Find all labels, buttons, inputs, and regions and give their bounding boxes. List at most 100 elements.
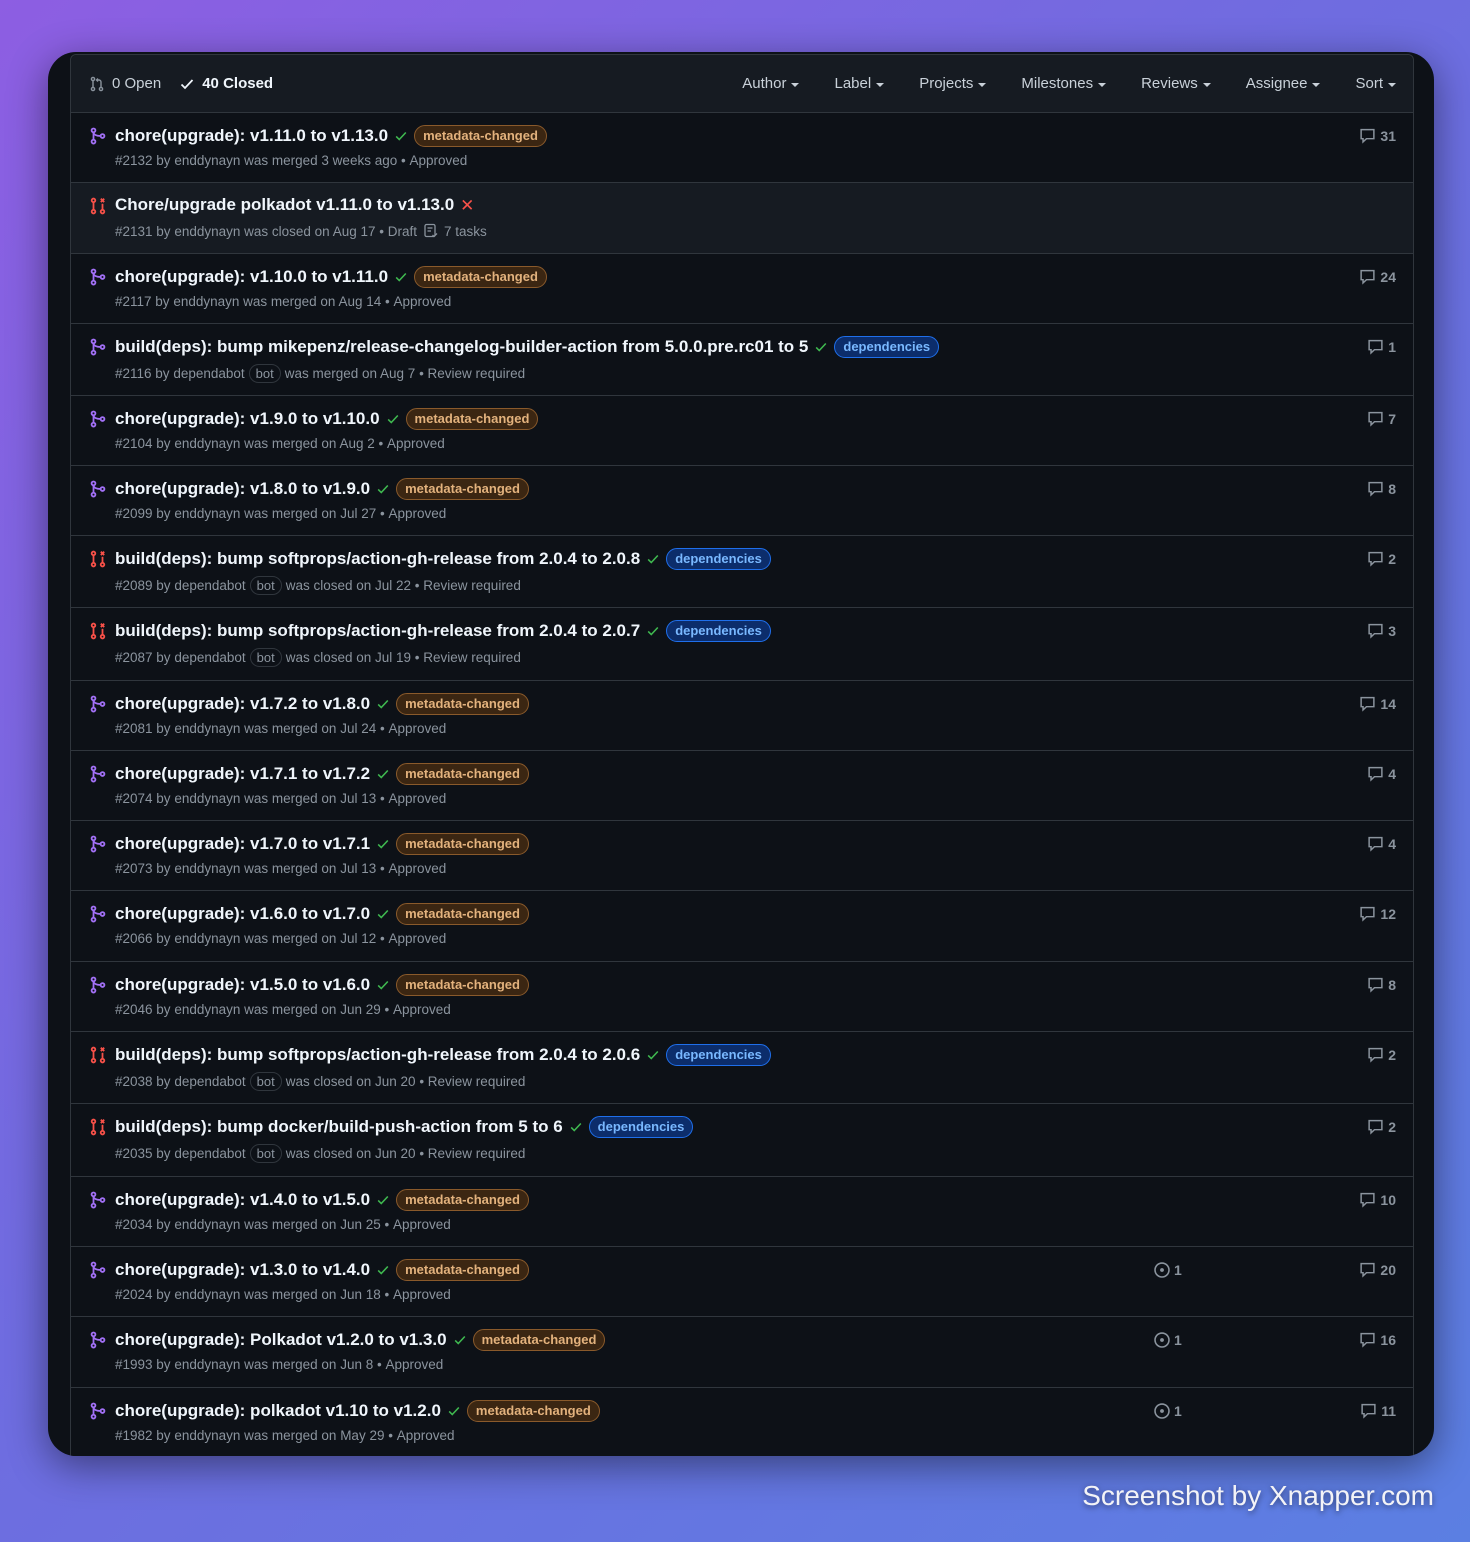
- pr-title-link[interactable]: chore(upgrade): v1.4.0 to v1.5.0: [115, 1190, 370, 1210]
- comment-count[interactable]: 16: [1359, 1331, 1396, 1348]
- pr-title-link[interactable]: chore(upgrade): polkadot v1.10 to v1.2.0: [115, 1401, 441, 1421]
- pr-title-link[interactable]: Chore/upgrade polkadot v1.11.0 to v1.13.…: [115, 195, 454, 215]
- pr-author-link[interactable]: enddynayn: [174, 436, 240, 451]
- comment-count[interactable]: 8: [1367, 480, 1396, 497]
- pr-label[interactable]: dependencies: [588, 1116, 694, 1138]
- checks-passed-icon[interactable]: [386, 412, 400, 426]
- checks-passed-icon[interactable]: [376, 697, 390, 711]
- pr-title-link[interactable]: build(deps): bump mikepenz/release-chang…: [115, 337, 808, 357]
- comment-count[interactable]: 2: [1367, 550, 1396, 567]
- pr-title-link[interactable]: build(deps): bump docker/build-push-acti…: [115, 1117, 563, 1137]
- checks-passed-icon[interactable]: [646, 1048, 660, 1062]
- checks-passed-icon[interactable]: [376, 1193, 390, 1207]
- review-status[interactable]: Approved: [388, 721, 446, 736]
- comment-count[interactable]: 10: [1359, 1191, 1396, 1208]
- review-status[interactable]: Approved: [393, 1287, 451, 1302]
- pr-title-link[interactable]: chore(upgrade): Polkadot v1.2.0 to v1.3.…: [115, 1330, 447, 1350]
- pr-label[interactable]: metadata-changed: [396, 1189, 529, 1211]
- review-status[interactable]: Approved: [393, 1217, 451, 1232]
- pr-author-link[interactable]: enddynayn: [174, 153, 240, 168]
- comment-count[interactable]: 24: [1359, 268, 1396, 285]
- checks-passed-icon[interactable]: [376, 482, 390, 496]
- review-status[interactable]: Review required: [428, 1074, 526, 1089]
- review-status[interactable]: Draft: [388, 224, 417, 239]
- pr-label[interactable]: metadata-changed: [396, 1259, 529, 1281]
- pr-row[interactable]: Chore/upgrade polkadot v1.11.0 to v1.13.…: [71, 183, 1413, 254]
- pr-author-link[interactable]: enddynayn: [174, 1357, 240, 1372]
- comment-count[interactable]: 4: [1367, 765, 1396, 782]
- pr-label[interactable]: metadata-changed: [472, 1329, 606, 1351]
- pr-label[interactable]: dependencies: [834, 336, 940, 358]
- review-status[interactable]: Approved: [393, 294, 451, 309]
- pr-row[interactable]: chore(upgrade): v1.7.0 to v1.7.1 metadata…: [71, 821, 1413, 891]
- pr-title-link[interactable]: chore(upgrade): v1.5.0 to v1.6.0: [115, 975, 370, 995]
- pr-title-link[interactable]: chore(upgrade): v1.6.0 to v1.7.0: [115, 904, 370, 924]
- comment-count[interactable]: 8: [1367, 976, 1396, 993]
- comment-count[interactable]: 3: [1367, 622, 1396, 639]
- comment-count[interactable]: 31: [1359, 127, 1396, 144]
- pr-title-link[interactable]: chore(upgrade): v1.7.2 to v1.8.0: [115, 694, 370, 714]
- pr-title-link[interactable]: chore(upgrade): v1.10.0 to v1.11.0: [115, 267, 388, 287]
- pr-label[interactable]: metadata-changed: [396, 903, 529, 925]
- pr-author-link[interactable]: dependabot: [173, 366, 244, 381]
- pr-title-link[interactable]: build(deps): bump softprops/action-gh-re…: [115, 1045, 640, 1065]
- pr-row[interactable]: chore(upgrade): polkadot v1.10 to v1.2.0…: [71, 1388, 1413, 1456]
- checks-passed-icon[interactable]: [376, 1263, 390, 1277]
- pr-title-link[interactable]: build(deps): bump softprops/action-gh-re…: [115, 549, 640, 569]
- review-status[interactable]: Review required: [428, 366, 526, 381]
- pr-title-link[interactable]: chore(upgrade): v1.11.0 to v1.13.0: [115, 126, 388, 146]
- pr-label[interactable]: metadata-changed: [396, 763, 529, 785]
- review-status[interactable]: Review required: [428, 1146, 526, 1161]
- pr-author-link[interactable]: dependabot: [174, 1074, 245, 1089]
- review-status[interactable]: Approved: [388, 861, 446, 876]
- pr-label[interactable]: metadata-changed: [414, 266, 547, 288]
- filter-reviews[interactable]: Reviews: [1141, 75, 1211, 92]
- pr-label[interactable]: metadata-changed: [414, 125, 547, 147]
- checks-passed-icon[interactable]: [376, 907, 390, 921]
- pr-label[interactable]: metadata-changed: [396, 693, 529, 715]
- pr-label[interactable]: dependencies: [666, 620, 771, 642]
- pr-row[interactable]: build(deps): bump softprops/action-gh-re…: [71, 608, 1413, 681]
- pr-author-link[interactable]: enddynayn: [174, 861, 240, 876]
- checks-passed-icon[interactable]: [376, 978, 390, 992]
- pr-title-link[interactable]: chore(upgrade): v1.3.0 to v1.4.0: [115, 1260, 370, 1280]
- pr-author-link[interactable]: enddynayn: [174, 791, 240, 806]
- pr-author-link[interactable]: enddynayn: [174, 1287, 240, 1302]
- review-status[interactable]: Review required: [423, 650, 521, 665]
- filter-label[interactable]: Label: [834, 75, 885, 92]
- review-status[interactable]: Approved: [387, 436, 445, 451]
- pr-title-link[interactable]: chore(upgrade): v1.7.0 to v1.7.1: [115, 834, 370, 854]
- review-status[interactable]: Review required: [423, 578, 521, 593]
- pr-row[interactable]: chore(upgrade): v1.8.0 to v1.9.0 metadata…: [71, 466, 1413, 536]
- pr-label[interactable]: metadata-changed: [405, 408, 539, 430]
- comment-count[interactable]: 2: [1367, 1118, 1396, 1135]
- pr-row[interactable]: chore(upgrade): v1.10.0 to v1.11.0 metada…: [71, 254, 1413, 324]
- pr-row[interactable]: build(deps): bump softprops/action-gh-re…: [71, 1032, 1413, 1104]
- linked-issues[interactable]: 1: [1153, 1261, 1182, 1279]
- comment-count[interactable]: 11: [1360, 1402, 1396, 1419]
- pr-row[interactable]: chore(upgrade): v1.11.0 to v1.13.0 metada…: [71, 113, 1413, 183]
- checks-passed-icon[interactable]: [447, 1404, 461, 1418]
- comment-count[interactable]: 4: [1367, 835, 1396, 852]
- checks-failed-icon[interactable]: ✕: [460, 197, 474, 214]
- checks-passed-icon[interactable]: [814, 340, 828, 354]
- pr-label[interactable]: metadata-changed: [466, 1400, 600, 1422]
- checks-passed-icon[interactable]: [394, 129, 408, 143]
- pr-label[interactable]: dependencies: [666, 1044, 771, 1066]
- review-status[interactable]: Approved: [397, 1428, 455, 1443]
- review-status[interactable]: Approved: [409, 153, 467, 168]
- review-status[interactable]: Approved: [388, 931, 446, 946]
- pr-row[interactable]: chore(upgrade): Polkadot v1.2.0 to v1.3.…: [71, 1317, 1413, 1388]
- filter-sort[interactable]: Sort: [1355, 75, 1396, 92]
- pr-row[interactable]: build(deps): bump docker/build-push-acti…: [71, 1104, 1413, 1177]
- pr-row[interactable]: chore(upgrade): v1.4.0 to v1.5.0 metadata…: [71, 1177, 1413, 1247]
- pr-label[interactable]: metadata-changed: [396, 478, 529, 500]
- comment-count[interactable]: 20: [1359, 1261, 1396, 1278]
- review-status[interactable]: Approved: [388, 506, 446, 521]
- checks-passed-icon[interactable]: [376, 837, 390, 851]
- comment-count[interactable]: 7: [1367, 410, 1396, 427]
- pr-title-link[interactable]: build(deps): bump softprops/action-gh-re…: [115, 621, 640, 641]
- review-status[interactable]: Approved: [393, 1002, 451, 1017]
- filter-assignee[interactable]: Assignee: [1246, 75, 1321, 92]
- pr-author-link[interactable]: enddynayn: [174, 506, 240, 521]
